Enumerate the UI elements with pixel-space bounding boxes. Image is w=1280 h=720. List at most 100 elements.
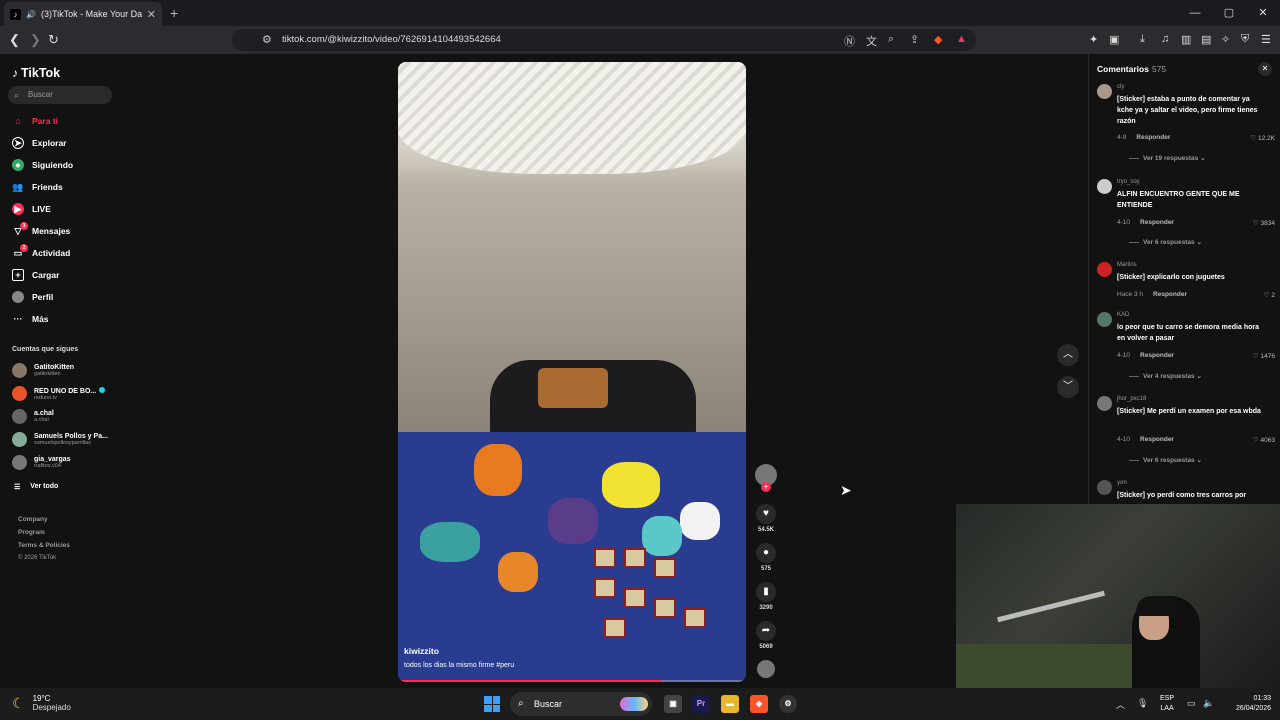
reply-button[interactable]: Responder <box>1140 219 1174 226</box>
following-account[interactable]: a.chal a.chal <box>12 409 54 424</box>
save-button[interactable]: ▮ 3290 <box>754 582 778 611</box>
forward-icon[interactable]: ❯ <box>30 32 41 48</box>
sidebar-item-perfil[interactable]: Perfil <box>12 289 53 305</box>
menu-icon[interactable]: ☰ <box>1261 33 1271 46</box>
search-input[interactable]: ⌕ Buscar <box>8 86 112 104</box>
footer-terms-link[interactable]: Terms & Policies <box>18 542 70 549</box>
close-window-button[interactable]: ✕ <box>1246 0 1280 26</box>
comment-user[interactable]: tryo_soy <box>1117 179 1140 185</box>
vpn-shield-icon[interactable]: ⛨ <box>1241 33 1249 46</box>
sidebar-item-mensajes[interactable]: ▽ 3 Mensajes <box>12 222 70 239</box>
share-button[interactable]: ➦ 5069 <box>754 621 778 650</box>
url-text[interactable]: tiktok.com/@kiwizzito/video/762691410449… <box>282 34 501 45</box>
sidebar-item-live[interactable]: ▶ LIVE <box>12 201 51 217</box>
steam-icon[interactable]: ⚙ <box>779 695 797 713</box>
reply-button[interactable]: Responder <box>1140 352 1174 359</box>
follow-plus-icon[interactable]: + <box>761 482 771 492</box>
sidebar-toggle-icon[interactable]: ▥ <box>1181 33 1191 46</box>
brave-browser-icon[interactable]: ◆ <box>750 695 768 713</box>
comment-like-button[interactable]: ♡ 1476 <box>1253 352 1275 360</box>
file-explorer-icon[interactable]: ▬ <box>721 695 739 713</box>
reload-icon[interactable]: ↻ <box>48 32 59 48</box>
site-settings-icon[interactable]: ⚙ <box>262 33 272 46</box>
footer-company-link[interactable]: Company <box>18 516 48 523</box>
system-clock[interactable]: 01:33 26/04/2026 <box>1236 694 1271 714</box>
network-icon[interactable]: ▭ <box>1187 698 1196 709</box>
maximize-button[interactable]: ▢ <box>1212 0 1246 26</box>
see-all-link[interactable]: ☰ Ver todo <box>14 483 58 491</box>
minimize-button[interactable]: — <box>1178 0 1212 26</box>
task-view-icon[interactable]: ▣ <box>664 695 682 713</box>
zoom-icon[interactable]: ⌕ <box>888 33 894 46</box>
view-replies-button[interactable]: Ver 19 respuestas ⌄ <box>1129 154 1206 162</box>
brave-shields-icon[interactable]: ◆ <box>934 33 942 46</box>
music-icon[interactable]: ♫ <box>1161 33 1169 45</box>
comment-like-button[interactable]: ♡ 4063 <box>1253 436 1275 444</box>
back-icon[interactable]: ❮ <box>9 32 20 48</box>
avatar[interactable] <box>1097 262 1112 277</box>
close-comments-button[interactable]: ✕ <box>1258 62 1272 76</box>
like-button[interactable]: ♥ 54.5K <box>754 504 778 533</box>
avatar[interactable] <box>1097 84 1112 99</box>
sidebar-item-siguiendo[interactable]: ● Siguiendo <box>12 157 73 173</box>
comment-like-button[interactable]: ♡ 3834 <box>1253 219 1275 227</box>
view-replies-button[interactable]: Ver 6 respuestas ⌄ <box>1129 238 1202 246</box>
share-icon[interactable]: ⇪ <box>910 33 919 46</box>
reply-button[interactable]: Responder <box>1140 436 1174 443</box>
close-tab-icon[interactable]: ✕ <box>147 8 156 21</box>
download-icon[interactable]: ⤓ <box>1140 33 1145 46</box>
taskbar-search[interactable]: ⌕ Buscar <box>510 692 652 716</box>
leo-ai-icon[interactable]: ✧ <box>1221 33 1230 46</box>
sidebar-item-actividad[interactable]: ▭ 2 Actividad <box>12 244 70 261</box>
sidebar-item-explorar[interactable]: ➤ Explorar <box>12 135 67 151</box>
translate-icon[interactable]: 文 <box>866 33 877 49</box>
creator-avatar-button[interactable]: + <box>754 464 778 492</box>
weather-widget[interactable]: ☾ 19°C Despejado <box>12 694 71 712</box>
reply-button[interactable]: Responder <box>1136 134 1170 141</box>
comment-button[interactable]: ● 575 <box>754 543 778 572</box>
tray-expand-icon[interactable]: ︿ <box>1116 698 1125 711</box>
video-progress-bar[interactable] <box>398 680 746 682</box>
following-account[interactable]: RED UNO DE BO... reduno.tv <box>12 386 106 401</box>
comment-user[interactable]: yon <box>1117 480 1127 486</box>
brave-rewards-icon[interactable]: ▲ <box>956 33 967 45</box>
next-video-button[interactable]: ﹀ <box>1057 376 1079 398</box>
avatar[interactable] <box>1097 312 1112 327</box>
sidebar-item-para-ti[interactable]: ⌂ Para ti <box>12 113 58 129</box>
microphone-icon[interactable]: 🎙 <box>1137 698 1148 709</box>
extensions-icon[interactable]: ✦ <box>1089 33 1098 46</box>
comment-user[interactable]: KAD <box>1117 312 1129 318</box>
premiere-pro-icon[interactable]: Pr <box>692 695 710 713</box>
following-account[interactable]: gia_vargas ruditos.v04 <box>12 455 71 470</box>
url-bar[interactable]: ⚙ tiktok.com/@kiwizzito/video/7626914104… <box>232 29 976 51</box>
sound-button[interactable] <box>754 660 778 678</box>
wallet-card-icon[interactable]: ▤ <box>1201 33 1211 46</box>
comment-like-button[interactable]: ♡ 2 <box>1264 291 1275 299</box>
video-username[interactable]: kiwizzito <box>404 646 439 656</box>
following-account[interactable]: GatitoKitten gatitokitten <box>12 363 74 378</box>
comment-user[interactable]: cly <box>1117 84 1124 90</box>
view-replies-button[interactable]: Ver 6 respuestas ⌄ <box>1129 456 1202 464</box>
sidebar-item-friends[interactable]: 👥 Friends <box>12 179 62 195</box>
reader-icon[interactable]: Ⓝ <box>844 33 855 49</box>
view-replies-button[interactable]: Ver 4 respuestas ⌄ <box>1129 372 1202 380</box>
footer-program-link[interactable]: Program <box>18 529 45 536</box>
avatar[interactable] <box>1097 396 1112 411</box>
avatar[interactable] <box>1097 179 1112 194</box>
new-tab-button[interactable]: + <box>170 5 178 21</box>
wallet-icon[interactable]: ▣ <box>1109 33 1119 46</box>
sidebar-item-cargar[interactable]: + Cargar <box>12 267 59 283</box>
previous-video-button[interactable]: ︿ <box>1057 344 1079 366</box>
windows-start-button[interactable] <box>484 696 500 712</box>
language-indicator[interactable]: ESP LAA <box>1160 694 1174 714</box>
comment-user[interactable]: jhor_pxc18 <box>1117 396 1146 402</box>
tiktok-logo[interactable]: ♪ TikTok <box>12 66 60 80</box>
reply-button[interactable]: Responder <box>1153 291 1187 298</box>
sidebar-item-mas[interactable]: ··· Más <box>12 311 49 327</box>
volume-icon[interactable]: 🔈 <box>1203 698 1214 709</box>
video-player[interactable]: kiwizzito todos los dias la mismo firme … <box>398 62 746 682</box>
comment-like-button[interactable]: ♡ 12.2K <box>1250 134 1275 142</box>
avatar[interactable] <box>1097 480 1112 495</box>
following-account[interactable]: Samuels Pollos y Pa... samuelspollosyparr… <box>12 432 108 447</box>
browser-tab[interactable]: ♪ 🔊 (3)TikTok - Make Your Day ✕ <box>4 2 162 26</box>
